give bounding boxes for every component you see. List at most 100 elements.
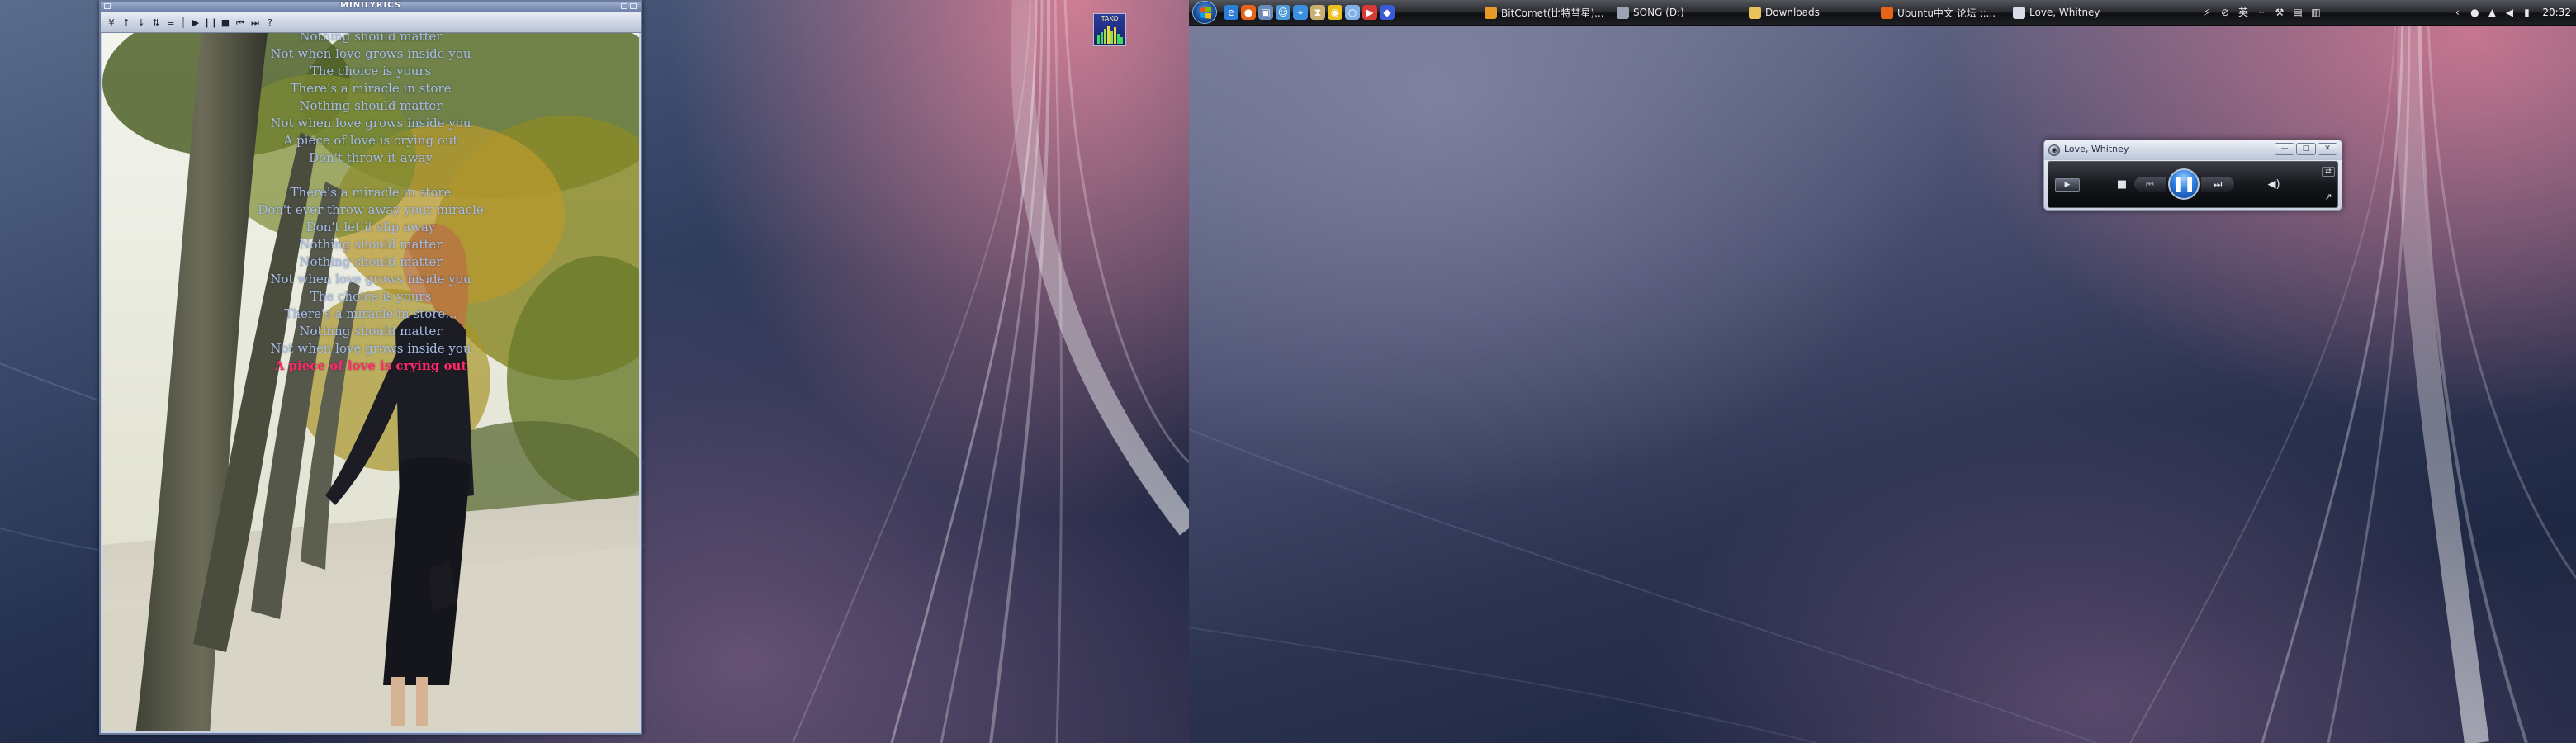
chat-bubble-icon[interactable]: ▤ bbox=[2291, 6, 2304, 19]
sync-icon[interactable]: ⇅ bbox=[150, 16, 162, 29]
power-icon[interactable]: ⚡ bbox=[2200, 6, 2214, 19]
lyric-line: Not when love grows inside you bbox=[270, 46, 471, 61]
previous-button[interactable]: ⏮ bbox=[2134, 177, 2166, 192]
hourglass-icon[interactable]: ⧗ bbox=[1310, 5, 1325, 20]
minimize-button[interactable]: — bbox=[2275, 143, 2294, 155]
system-tray-left: ⚡ ⊘ 英 ·· ⚒ ▤ ▥ bbox=[2200, 3, 2323, 21]
meter-bars bbox=[1097, 26, 1123, 44]
bulb-icon[interactable]: ● bbox=[2468, 6, 2481, 19]
player-title: Love, Whitney bbox=[2064, 144, 2129, 154]
shield-icon[interactable]: ◆ bbox=[1380, 5, 1395, 20]
start-button[interactable] bbox=[1192, 1, 1217, 24]
clock[interactable]: 20:32 bbox=[2542, 7, 2571, 18]
scroll-down-icon[interactable]: ↓ bbox=[135, 16, 147, 29]
lyric-line: Nothing should matter bbox=[299, 324, 443, 338]
now-playing-button[interactable]: ▶ bbox=[2055, 178, 2080, 192]
firefox-icon bbox=[1881, 6, 1893, 19]
quick-launch: e ● ▣ ☺ ⌖ ⧗ ◉ ○ ▶ ◆ bbox=[1224, 4, 1395, 21]
lyric-line: Nothing should matter bbox=[299, 33, 443, 44]
people-icon[interactable]: ☺ bbox=[1276, 5, 1290, 20]
toolbar-separator bbox=[182, 17, 184, 28]
speaker-icon[interactable]: ◀ bbox=[2503, 6, 2516, 19]
scroll-up-icon[interactable]: ↑ bbox=[121, 16, 132, 29]
switch-to-library-button[interactable]: ⇄ bbox=[2322, 167, 2335, 177]
qq-icon[interactable]: ◉ bbox=[1328, 5, 1342, 20]
lyric-line: There's a miracle in store... bbox=[284, 306, 457, 321]
taskbar-button-label: Ubuntu中文 论坛 ::... bbox=[1897, 7, 1996, 19]
lyric-line: Nothing should matter bbox=[299, 254, 443, 269]
tray-icons: ‹ ● ▲ ◀ ▮ bbox=[2451, 6, 2533, 19]
stop-button[interactable]: ■ bbox=[2113, 175, 2131, 193]
taskbar-button-label: Downloads bbox=[1765, 7, 1820, 18]
player-titlebar[interactable]: ◉ Love, Whitney — □ ✕ bbox=[2044, 140, 2342, 160]
lyrics-titlebar[interactable]: MINILYRICS bbox=[101, 1, 641, 12]
system-tray-right: ‹ ● ▲ ◀ ▮ 20:32 bbox=[2451, 3, 2571, 21]
play-icon[interactable]: ▶ bbox=[190, 16, 201, 29]
desktop-right[interactable] bbox=[1189, 0, 2576, 743]
lyric-line: Nothing should matter bbox=[299, 237, 443, 252]
lyrics-toolbar: ¥ ↑ ↓ ⇅ ≡ ▶ ❙❙ ■ ⏮ ⏭? bbox=[101, 12, 641, 33]
lyric-line: Nothing should matter bbox=[299, 98, 443, 113]
stop-icon[interactable]: ■ bbox=[220, 16, 231, 29]
lyrics-window-title: MINILYRICS bbox=[340, 1, 401, 10]
close-button[interactable]: ✕ bbox=[2318, 143, 2337, 155]
lyric-line: Not when love grows inside you bbox=[270, 341, 471, 356]
menu-down-icon[interactable]: ¥ bbox=[106, 16, 117, 29]
taskbar-button-label: Love, Whitney bbox=[2029, 7, 2100, 18]
lyrics-file-icon[interactable]: ≡ bbox=[165, 16, 177, 29]
lyric-line: A piece of love is crying out bbox=[283, 133, 458, 148]
media-player-app-icon: ◉ bbox=[2048, 144, 2060, 156]
bitcomet-icon bbox=[1485, 6, 1497, 19]
audio-meter-icon[interactable]: TAKO bbox=[1093, 13, 1126, 46]
media-icon[interactable]: ▶ bbox=[1362, 5, 1377, 20]
wallpaper-swoosh-right bbox=[1189, 0, 2576, 743]
chat-icon[interactable]: ○ bbox=[1345, 5, 1360, 20]
volume-button[interactable]: ◀) bbox=[2261, 175, 2286, 193]
pause-button[interactable]: ❚❚ bbox=[2168, 168, 2200, 200]
next-icon[interactable]: ⏭ bbox=[249, 16, 261, 29]
window-icon[interactable]: ▥ bbox=[2309, 6, 2323, 19]
firefox-icon[interactable]: ● bbox=[1241, 5, 1256, 20]
ie-icon[interactable]: e bbox=[1224, 5, 1238, 20]
network-icon[interactable]: ▣ bbox=[1258, 5, 1273, 20]
battery-icon[interactable]: ▮ bbox=[2520, 6, 2533, 19]
media-player-window[interactable]: ◉ Love, Whitney — □ ✕ ▶ ■ ⏮ ❚❚ ⏭ ◀) ⇄ ↗ bbox=[2043, 140, 2342, 211]
lyric-line: There's a miracle in store bbox=[290, 81, 452, 96]
lyric-line: There's a miracle in store bbox=[290, 185, 452, 200]
lyric-line: Not when love grows inside you bbox=[270, 272, 471, 286]
taskbar-button[interactable]: BitComet(比特彗星)... bbox=[1481, 2, 1613, 22]
taskbar-button[interactable]: Ubuntu中文 论坛 ::... bbox=[1878, 2, 2010, 22]
minimize-icon[interactable] bbox=[621, 3, 627, 9]
lyrics-display[interactable]: Nothing should matter Not when love grows… bbox=[102, 33, 639, 731]
restore-button[interactable]: □ bbox=[2296, 143, 2316, 155]
taskbar-button[interactable]: Downloads bbox=[1745, 2, 1878, 22]
lyric-line-current: A piece of love is crying out bbox=[274, 358, 467, 373]
lyric-line: Not when love grows inside you bbox=[270, 116, 471, 130]
lyrics-window[interactable]: MINILYRICS ¥ ↑ ↓ ⇅ ≡ ▶ ❙❙ ■ ⏮ ⏭? Nothing… bbox=[99, 0, 642, 735]
safari-icon[interactable]: ⌖ bbox=[1293, 5, 1308, 20]
taskbar-button[interactable]: Love, Whitney bbox=[2010, 2, 2142, 22]
tools-icon[interactable]: ⚒ bbox=[2273, 6, 2286, 19]
full-mode-button[interactable]: ↗ bbox=[2322, 190, 2335, 203]
taskbar-button-label: SONG (D:) bbox=[1633, 7, 1684, 18]
taskbar-button-label: BitComet(比特彗星)... bbox=[1501, 7, 1604, 19]
taskbar-button[interactable]: SONG (D:) bbox=[1613, 2, 1745, 22]
taskbar: e ● ▣ ☺ ⌖ ⧗ ◉ ○ ▶ ◆ BitComet(比特彗星)... SONG (D:) Dow… bbox=[1189, 0, 2576, 26]
network-status-icon[interactable]: ▲ bbox=[2485, 6, 2498, 19]
close-icon[interactable] bbox=[630, 3, 637, 9]
chevron-left-icon[interactable]: ‹ bbox=[2451, 6, 2464, 19]
lyric-line: The choice is yours bbox=[310, 64, 432, 78]
previous-icon[interactable]: ⏮ bbox=[234, 16, 246, 29]
help-icon[interactable]: ? bbox=[264, 16, 276, 29]
lyric-line: The choice is yours bbox=[310, 289, 432, 304]
lyric-line: Don't ever throw away your miracle bbox=[258, 202, 484, 217]
lyric-line: Don't let it slip away bbox=[305, 220, 436, 234]
no-entry-icon[interactable]: ⊘ bbox=[2218, 6, 2232, 19]
lyrics-lines: Nothing should matter Not when love grows… bbox=[102, 33, 639, 375]
pause-icon[interactable]: ❙❙ bbox=[203, 16, 218, 29]
drive-icon bbox=[1617, 6, 1629, 19]
media-player-icon bbox=[2013, 6, 2025, 19]
ime-icon[interactable]: 英 bbox=[2237, 6, 2250, 19]
next-button[interactable]: ⏭ bbox=[2201, 177, 2234, 192]
dots-icon[interactable]: ·· bbox=[2255, 6, 2268, 19]
